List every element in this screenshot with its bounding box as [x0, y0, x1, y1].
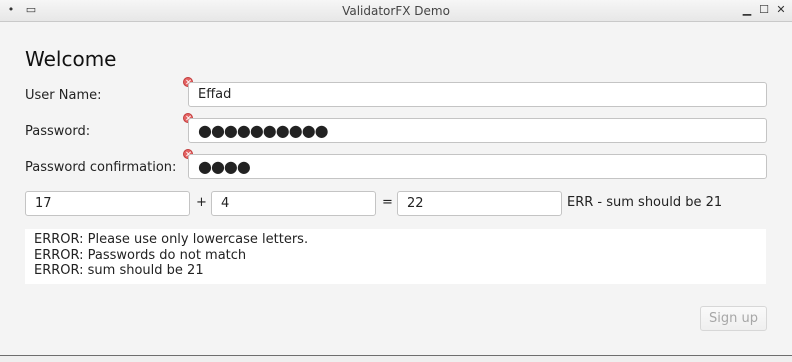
page-title: Welcome — [25, 47, 117, 71]
close-icon[interactable]: ✕ — [774, 3, 788, 17]
password-confirmation-label: Password confirmation: — [25, 160, 177, 175]
password-field[interactable]: ●●●●●●●●●● — [188, 118, 767, 143]
validation-message: ERROR: sum should be 21 — [34, 263, 204, 278]
plus-sign: + — [196, 195, 207, 210]
sum-error-message: ERR - sum should be 21 — [567, 195, 723, 210]
validation-message: ERROR: Please use only lowercase letters… — [34, 232, 309, 247]
password-confirmation-field[interactable]: ●●●● — [188, 154, 767, 179]
validation-message: ERROR: Passwords do not match — [34, 247, 247, 263]
user-name-label: User Name: — [25, 88, 102, 103]
title-bar: • ▭ ValidatorFX Demo ▁ ☐ ✕ — [0, 0, 792, 22]
sign-up-button[interactable]: Sign up — [700, 306, 767, 331]
window-title: ValidatorFX Demo — [342, 4, 450, 18]
password-label: Password: — [25, 124, 91, 139]
sum-result-field[interactable]: 22 — [397, 191, 562, 216]
form-content: Welcome User Name: Effad Password: ●●●●●… — [0, 22, 792, 361]
sum-operand-b-field[interactable]: 4 — [211, 191, 376, 216]
sum-operand-a-field[interactable]: 17 — [25, 191, 190, 216]
equals-sign: = — [382, 195, 393, 210]
validation-messages: ERROR: Please use only lowercase letters… — [25, 229, 766, 284]
user-name-field[interactable]: Effad — [188, 82, 767, 107]
minimize-icon[interactable]: ▁ — [740, 3, 754, 17]
maximize-icon[interactable]: ☐ — [757, 3, 771, 17]
